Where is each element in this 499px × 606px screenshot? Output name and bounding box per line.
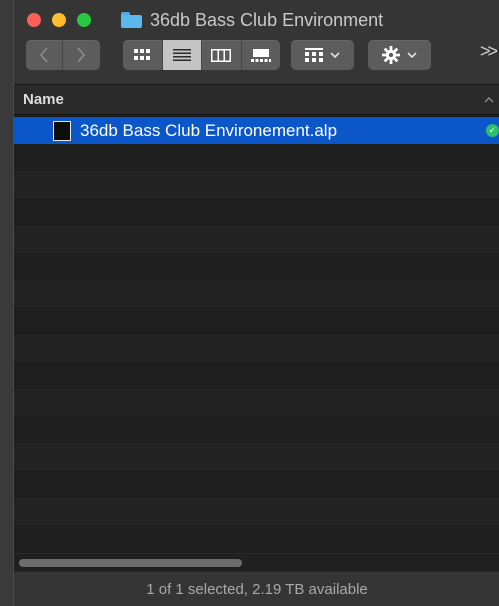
group-grid-icon (305, 48, 323, 62)
grid-icon (134, 49, 151, 60)
gear-icon (382, 46, 400, 64)
chevron-down-icon (407, 51, 417, 58)
zoom-button[interactable] (77, 13, 91, 27)
scrollbar-thumb[interactable] (19, 559, 242, 567)
chevron-right-icon (77, 47, 86, 63)
back-button[interactable] (26, 40, 63, 70)
empty-row (14, 470, 499, 498)
empty-row (14, 334, 499, 362)
status-bar: 1 of 1 selected, 2.19 TB available (14, 571, 499, 606)
file-name: 36db Bass Club Environement.alp (80, 121, 338, 140)
empty-row (14, 416, 499, 444)
icon-view-button[interactable] (123, 40, 163, 70)
status-text: 1 of 1 selected, 2.19 TB available (146, 581, 368, 598)
empty-row (14, 171, 499, 199)
list-column-header: Name (14, 85, 499, 115)
empty-row (14, 253, 499, 280)
empty-row (14, 443, 499, 471)
back-forward-control (26, 40, 100, 70)
empty-row (14, 198, 499, 226)
columns-icon (211, 48, 232, 62)
document-icon (53, 121, 71, 141)
file-row[interactable]: 36db Bass Club Environement.alp ✓ (14, 117, 499, 144)
empty-row (14, 525, 499, 552)
folder-icon (121, 12, 142, 28)
view-mode-control (123, 40, 280, 70)
close-button[interactable] (27, 13, 41, 27)
chevron-left-icon (39, 47, 48, 63)
finder-window: 36db Bass Club Environment >> Name 36db … (13, 0, 499, 606)
list-icon (172, 49, 191, 61)
empty-row (14, 144, 499, 172)
column-view-button[interactable] (202, 40, 242, 70)
horizontal-scrollbar[interactable] (14, 553, 499, 571)
empty-row (14, 307, 499, 335)
empty-row (14, 497, 499, 525)
gallery-icon (250, 48, 271, 62)
minimize-button[interactable] (52, 13, 66, 27)
action-menu-button[interactable] (368, 40, 431, 70)
title-bar: 36db Bass Club Environment >> (14, 0, 499, 85)
empty-row (14, 225, 499, 253)
gallery-view-button[interactable] (242, 40, 281, 70)
name-column-header[interactable]: Name (23, 91, 64, 108)
chevron-down-icon (330, 51, 340, 58)
forward-button[interactable] (63, 40, 99, 70)
synced-check-icon: ✓ (486, 124, 499, 137)
empty-row (14, 361, 499, 389)
group-by-button[interactable] (291, 40, 354, 70)
file-list: 36db Bass Club Environement.alp ✓ (14, 117, 499, 553)
empty-row (14, 280, 499, 308)
sort-ascending-icon[interactable] (484, 96, 494, 103)
empty-row (14, 389, 499, 416)
window-title-area: 36db Bass Club Environment (121, 9, 383, 31)
window-title: 36db Bass Club Environment (150, 9, 384, 30)
list-view-button[interactable] (162, 40, 202, 70)
toolbar-overflow-button[interactable]: >> (480, 41, 498, 62)
